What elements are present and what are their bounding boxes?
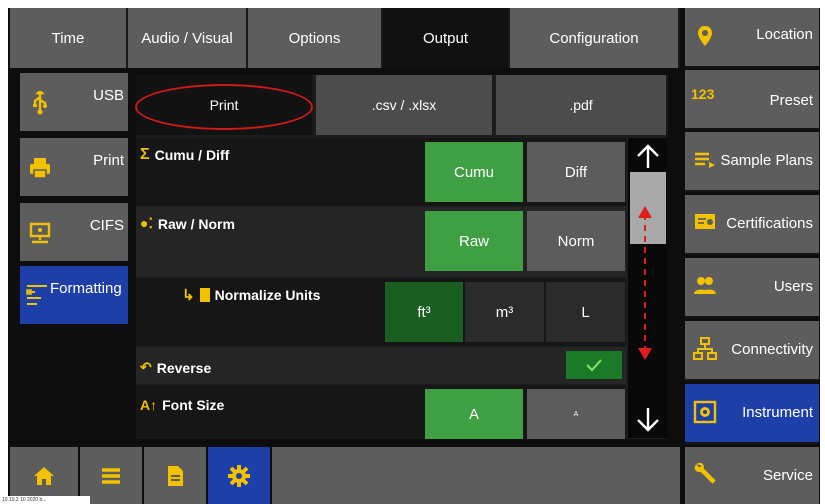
subtab-pdf[interactable]: .pdf bbox=[496, 75, 668, 135]
certificate-icon bbox=[693, 211, 717, 235]
menu-label: Users bbox=[773, 278, 813, 295]
bottom-status-bar bbox=[272, 447, 680, 504]
menu-label: Location bbox=[756, 26, 813, 43]
sidebar-item-label: CIFS bbox=[89, 217, 124, 234]
wrench-icon bbox=[693, 461, 717, 485]
menu-instrument[interactable]: Instrument bbox=[685, 384, 819, 444]
option-diff[interactable]: Diff bbox=[527, 142, 625, 202]
preset-123-icon: 123 bbox=[691, 84, 721, 108]
instrument-icon bbox=[693, 400, 717, 424]
menu-connectivity[interactable]: Connectivity bbox=[685, 321, 819, 381]
sidebar-item-label: Formatting bbox=[50, 280, 122, 297]
users-icon bbox=[693, 274, 717, 298]
row-label: ↶ Reverse bbox=[140, 359, 212, 376]
option-ft3[interactable]: ft³ bbox=[385, 282, 463, 342]
sidebar-item-label: Print bbox=[93, 152, 124, 169]
network-share-icon bbox=[28, 221, 52, 245]
formatting-icon bbox=[25, 282, 49, 306]
sample-plans-icon bbox=[693, 148, 717, 172]
menu-label: Connectivity bbox=[731, 341, 813, 358]
sidebar-item-cifs[interactable]: CIFS bbox=[20, 203, 128, 261]
menu-location[interactable]: Location bbox=[685, 8, 819, 68]
document-icon bbox=[168, 465, 183, 486]
sub-arrow-icon: ↳ bbox=[182, 287, 195, 304]
option-m3[interactable]: m³ bbox=[465, 282, 544, 342]
option-raw[interactable]: Raw bbox=[425, 211, 523, 271]
tab-options[interactable]: Options bbox=[248, 8, 383, 68]
menu-label: Certifications bbox=[726, 215, 813, 232]
font-size-icon: A↑ bbox=[140, 397, 158, 413]
tab-configuration[interactable]: Configuration bbox=[510, 8, 680, 68]
units-icon bbox=[199, 288, 210, 302]
connectivity-icon bbox=[693, 337, 717, 361]
option-cumu[interactable]: Cumu bbox=[425, 142, 523, 202]
subtab-csv-xlsx[interactable]: .csv / .xlsx bbox=[316, 75, 494, 135]
printer-icon bbox=[28, 156, 52, 180]
tab-audio-visual[interactable]: Audio / Visual bbox=[128, 8, 248, 68]
scroll-up-icon[interactable] bbox=[632, 142, 664, 170]
row-reverse: ↶ Reverse bbox=[136, 347, 626, 384]
usb-icon bbox=[28, 89, 52, 115]
menu-label: Sample Plans bbox=[720, 152, 813, 169]
scroll-down-icon[interactable] bbox=[632, 406, 664, 434]
sidebar-item-label: USB bbox=[93, 87, 124, 104]
reverse-checkbox[interactable] bbox=[566, 351, 622, 379]
sidebar-item-usb[interactable]: USB bbox=[20, 73, 128, 131]
highlight-annotation bbox=[135, 84, 313, 130]
menu-label: Service bbox=[762, 467, 813, 484]
menu-label: Preset bbox=[769, 92, 813, 109]
menu-users[interactable]: Users bbox=[685, 258, 819, 318]
location-pin-icon bbox=[693, 24, 717, 48]
scroll-range-annotation-icon bbox=[638, 206, 652, 360]
menu-label: Instrument bbox=[742, 404, 813, 421]
option-font-small[interactable]: A bbox=[527, 389, 625, 439]
list-icon bbox=[102, 467, 120, 484]
checkmark-icon bbox=[586, 359, 602, 372]
menu-preset[interactable]: 123 Preset bbox=[685, 70, 819, 130]
menu-service[interactable]: Service bbox=[685, 447, 819, 504]
row-label: A↑ Font Size bbox=[140, 397, 225, 413]
sidebar-item-print[interactable]: Print bbox=[20, 138, 128, 196]
row-label: Σ Cumu / Diff bbox=[140, 146, 230, 163]
menu-certifications[interactable]: Certifications bbox=[685, 195, 819, 255]
reverse-icon: ↶ bbox=[140, 359, 152, 375]
svg-text:123: 123 bbox=[691, 86, 715, 102]
tab-time[interactable]: Time bbox=[10, 8, 128, 68]
tab-output[interactable]: Output bbox=[383, 8, 510, 68]
sidebar-item-formatting[interactable]: Formatting bbox=[20, 266, 128, 324]
build-version-label: 10.10.2 10 2020 b... bbox=[0, 496, 90, 504]
settings-gear-icon bbox=[228, 464, 250, 487]
home-icon bbox=[34, 466, 54, 485]
sigma-icon: Σ bbox=[140, 146, 150, 163]
row-label: ↳ Normalize Units bbox=[182, 287, 321, 304]
row-label: ●⁚ Raw / Norm bbox=[140, 215, 235, 232]
raw-norm-icon: ●⁚ bbox=[140, 215, 153, 231]
menu-sample-plans[interactable]: Sample Plans bbox=[685, 132, 819, 192]
bottom-document-button[interactable] bbox=[144, 447, 206, 504]
option-l[interactable]: L bbox=[546, 282, 625, 342]
bottom-settings-button[interactable] bbox=[208, 447, 270, 504]
option-norm[interactable]: Norm bbox=[527, 211, 625, 271]
option-font-large[interactable]: A bbox=[425, 389, 523, 439]
